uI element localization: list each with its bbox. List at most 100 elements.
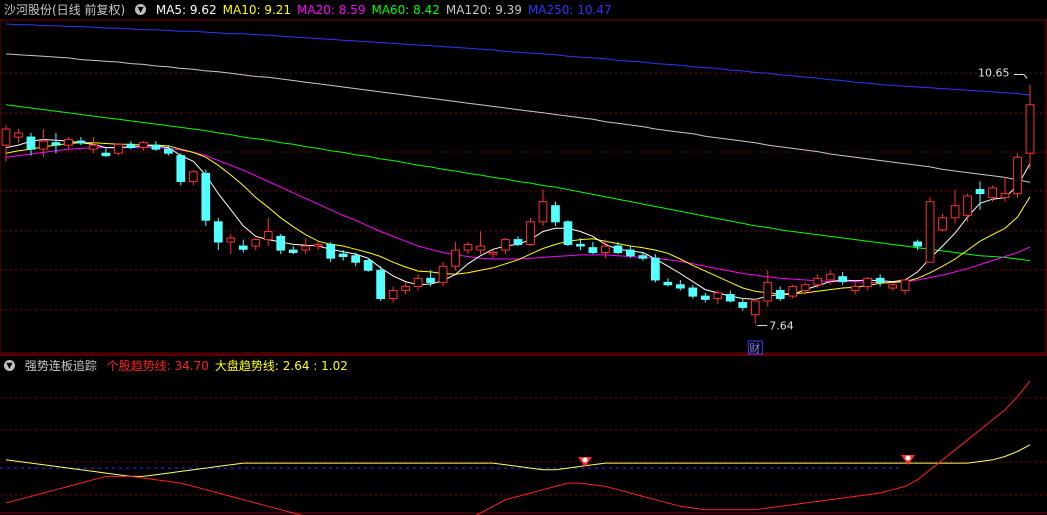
- candle-up: [301, 245, 311, 251]
- candle-up: [713, 292, 723, 300]
- candle-down: [838, 276, 848, 283]
- ma-line-ma10: [5, 142, 1031, 295]
- chevron-down-icon[interactable]: ▼: [135, 4, 147, 15]
- candle-up: [900, 279, 910, 291]
- candle-down: [563, 221, 573, 245]
- candle-up: [800, 284, 810, 291]
- candle-up: [1025, 104, 1035, 154]
- candle-up: [813, 277, 823, 286]
- candle-down: [551, 205, 560, 223]
- candle-down: [975, 189, 985, 195]
- candle-down: [775, 289, 785, 300]
- candle-up: [750, 300, 760, 316]
- candle-down: [51, 142, 61, 146]
- candle-up: [925, 201, 935, 263]
- ma-legend-5: MA250: 10.47: [527, 3, 612, 17]
- candle-down: [101, 152, 111, 157]
- indicator-legend: ▼ 强势连板追踪 个股趋势线: 34.70 大盘趋势线: 2.64 : 1.02: [4, 357, 360, 375]
- candle-up: [388, 289, 398, 300]
- candle-up: [601, 245, 610, 254]
- low-price-label: 7.64: [769, 320, 794, 333]
- signal-marker-dot: [905, 455, 911, 461]
- candle-up: [438, 265, 448, 283]
- high-price-label: 10.65: [978, 67, 1010, 80]
- candle-up: [226, 237, 236, 243]
- main-panel-frame: [0, 19, 1047, 354]
- main-chart-legend: 沙河股份(日线 前复权) ▼ MA5: 9.62 MA10: 9.21 MA20: …: [4, 1, 624, 19]
- chevron-down-icon[interactable]: ▼: [4, 360, 15, 371]
- candle-up: [488, 252, 498, 255]
- candle-up: [463, 243, 473, 251]
- ma-line-ma20: [5, 147, 1031, 283]
- stock-title: 沙河股份(日线 前复权): [4, 3, 126, 17]
- candle-up: [526, 221, 535, 245]
- candle-up: [251, 239, 261, 247]
- candle-down: [201, 172, 211, 221]
- candle-up: [1, 128, 11, 146]
- candle-down: [338, 253, 348, 258]
- candle-up: [89, 144, 98, 150]
- ma-legend-1: MA10: 9.21: [222, 3, 292, 17]
- ma-legend-0: MA5: 9.62: [155, 3, 217, 17]
- candle-down: [513, 239, 523, 245]
- candle-down: [426, 277, 435, 283]
- candle-up: [788, 285, 798, 297]
- candle-up: [451, 249, 460, 267]
- candle-down: [363, 260, 373, 271]
- candle-down: [213, 221, 223, 243]
- candle-up: [888, 284, 898, 289]
- candle-up: [138, 142, 148, 149]
- candle-down: [626, 249, 635, 257]
- candle-down: [376, 269, 386, 300]
- candle-up: [263, 231, 273, 241]
- candle-down: [688, 287, 698, 297]
- candle-up: [413, 277, 423, 287]
- candle-up: [988, 187, 997, 199]
- candle-up: [14, 132, 23, 138]
- candle-up: [825, 273, 835, 281]
- ma-line-ma250: [5, 23, 1031, 96]
- candle-down: [663, 281, 673, 286]
- candle-down: [875, 277, 885, 283]
- candle-up: [64, 138, 73, 146]
- ma-legend-3: MA60: 8.42: [371, 3, 440, 17]
- candle-down: [675, 284, 685, 289]
- candle-up: [950, 205, 960, 219]
- finance-marker-label: 财: [749, 341, 760, 355]
- candle-down: [576, 243, 585, 247]
- candle-down: [588, 247, 598, 254]
- candle-up: [963, 195, 972, 216]
- candle-down: [76, 140, 86, 144]
- candle-down: [700, 295, 710, 300]
- candle-up: [763, 281, 773, 302]
- stock-chart: 10.65 7.64 财: [0, 19, 1047, 515]
- candle-up: [39, 140, 48, 150]
- candle-down: [913, 241, 922, 247]
- market-trend-line: [5, 444, 1031, 477]
- candle-down: [326, 243, 336, 259]
- candle-down: [638, 255, 648, 259]
- candle-up: [1000, 193, 1010, 199]
- signal-marker-dot: [582, 457, 588, 463]
- candle-down: [276, 235, 286, 251]
- candle-up: [313, 243, 323, 247]
- high-price-arrow: [1014, 74, 1028, 79]
- candle-up: [188, 171, 198, 182]
- ma-legend-4: MA120: 9.39: [445, 3, 522, 17]
- indicator-title: 强势连板追踪: [24, 359, 97, 373]
- indicator-legend-0: 个股趋势线: 34.70: [106, 359, 209, 373]
- candle-down: [725, 293, 735, 302]
- indicator-legend-1: 大盘趋势线: 2.64 : 1.02: [214, 359, 348, 373]
- candle-down: [650, 257, 660, 281]
- candle-up: [1013, 156, 1022, 195]
- candle-down: [176, 155, 186, 182]
- ma-line-ma5: [5, 138, 1031, 300]
- candle-down: [738, 302, 748, 308]
- candle-up: [538, 201, 548, 223]
- candle-up: [476, 245, 485, 251]
- candle-up: [850, 285, 860, 291]
- candle-down: [613, 245, 623, 254]
- candle-down: [126, 143, 136, 149]
- ma-legend-2: MA20: 8.59: [297, 3, 366, 17]
- candle-down: [163, 148, 173, 154]
